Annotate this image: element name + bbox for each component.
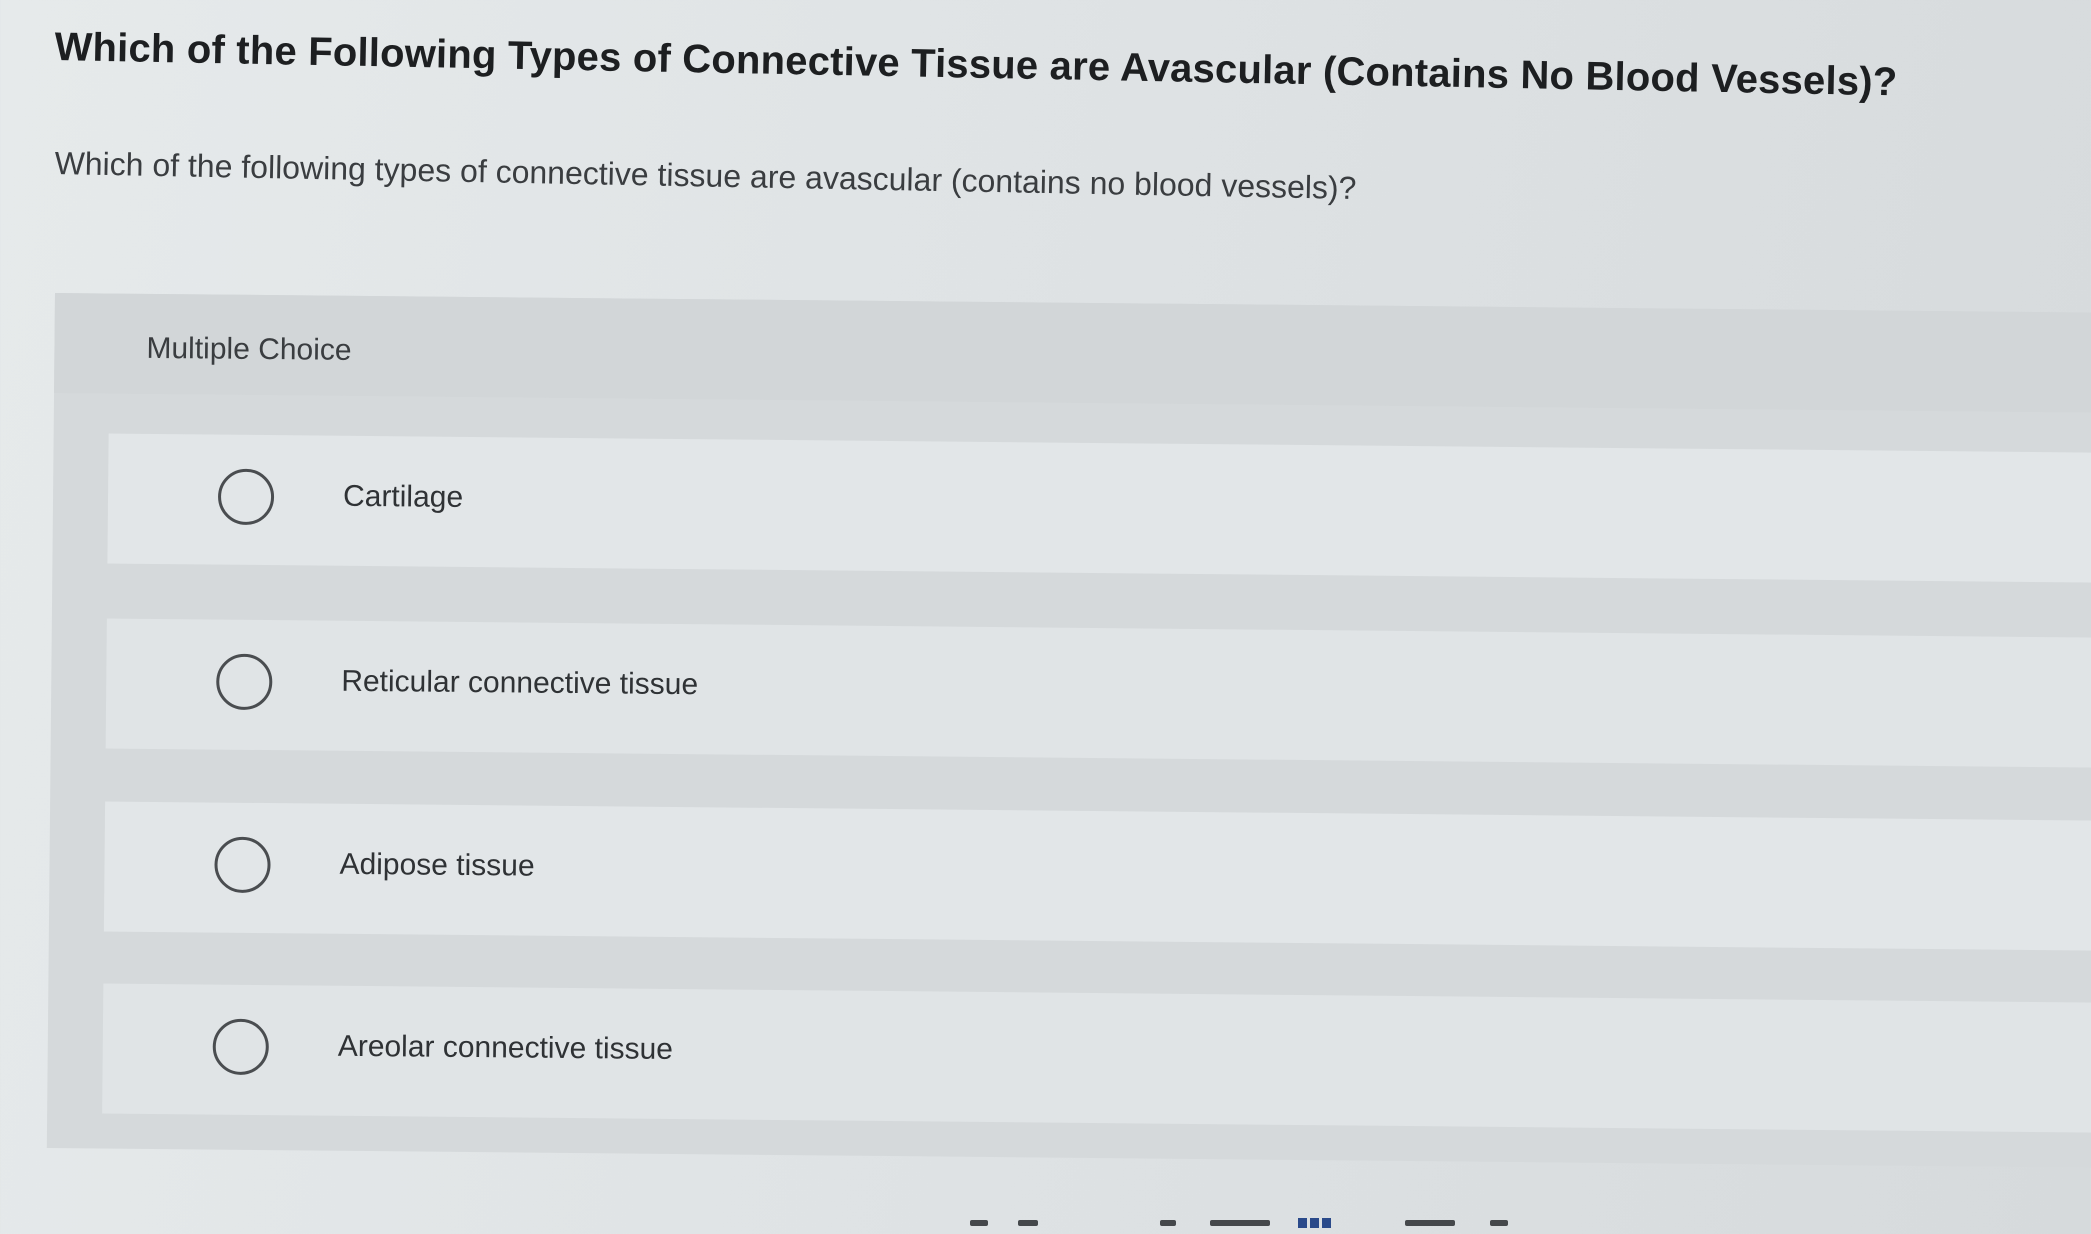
radio-unchecked-icon[interactable]: [214, 836, 271, 894]
choice-option-label[interactable]: Reticular connective tissue: [341, 665, 698, 702]
radio-unchecked-icon[interactable]: [217, 468, 275, 526]
choice-option-label[interactable]: Areolar connective tissue: [338, 1030, 673, 1067]
choice-option-reticular[interactable]: Reticular connective tissue: [105, 618, 2091, 768]
multiple-choice-label: Multiple Choice: [146, 331, 352, 367]
multiple-choice-header: Multiple Choice: [54, 293, 2091, 413]
choice-option-label[interactable]: Adipose tissue: [339, 848, 534, 884]
radio-unchecked-icon[interactable]: [216, 653, 273, 711]
choice-option-label[interactable]: Cartilage: [343, 480, 463, 515]
radio-unchecked-icon[interactable]: [212, 1018, 270, 1076]
nav-fragment: [1210, 1220, 1270, 1226]
prev-arrow-icon[interactable]: [970, 1220, 988, 1226]
nav-fragment: [1405, 1220, 1455, 1226]
bottom-navigation-strip: [960, 1212, 1520, 1234]
choice-option-adipose[interactable]: Adipose tissue: [103, 801, 2091, 951]
multiple-choice-panel: Multiple Choice Cartilage Reticular conn…: [46, 293, 2091, 1168]
page-title: Which of the Following Types of Connecti…: [54, 25, 1898, 105]
nav-fragment: [1160, 1220, 1176, 1226]
choice-option-areolar[interactable]: Areolar connective tissue: [102, 983, 2091, 1133]
next-arrow-icon[interactable]: [1490, 1220, 1508, 1226]
choice-option-cartilage[interactable]: Cartilage: [107, 433, 2091, 583]
nav-fragment: [1018, 1220, 1038, 1226]
grid-icon[interactable]: [1298, 1218, 1332, 1228]
page: Which of the Following Types of Connecti…: [0, 0, 2091, 1234]
question-text: Which of the following types of connecti…: [54, 145, 1357, 206]
